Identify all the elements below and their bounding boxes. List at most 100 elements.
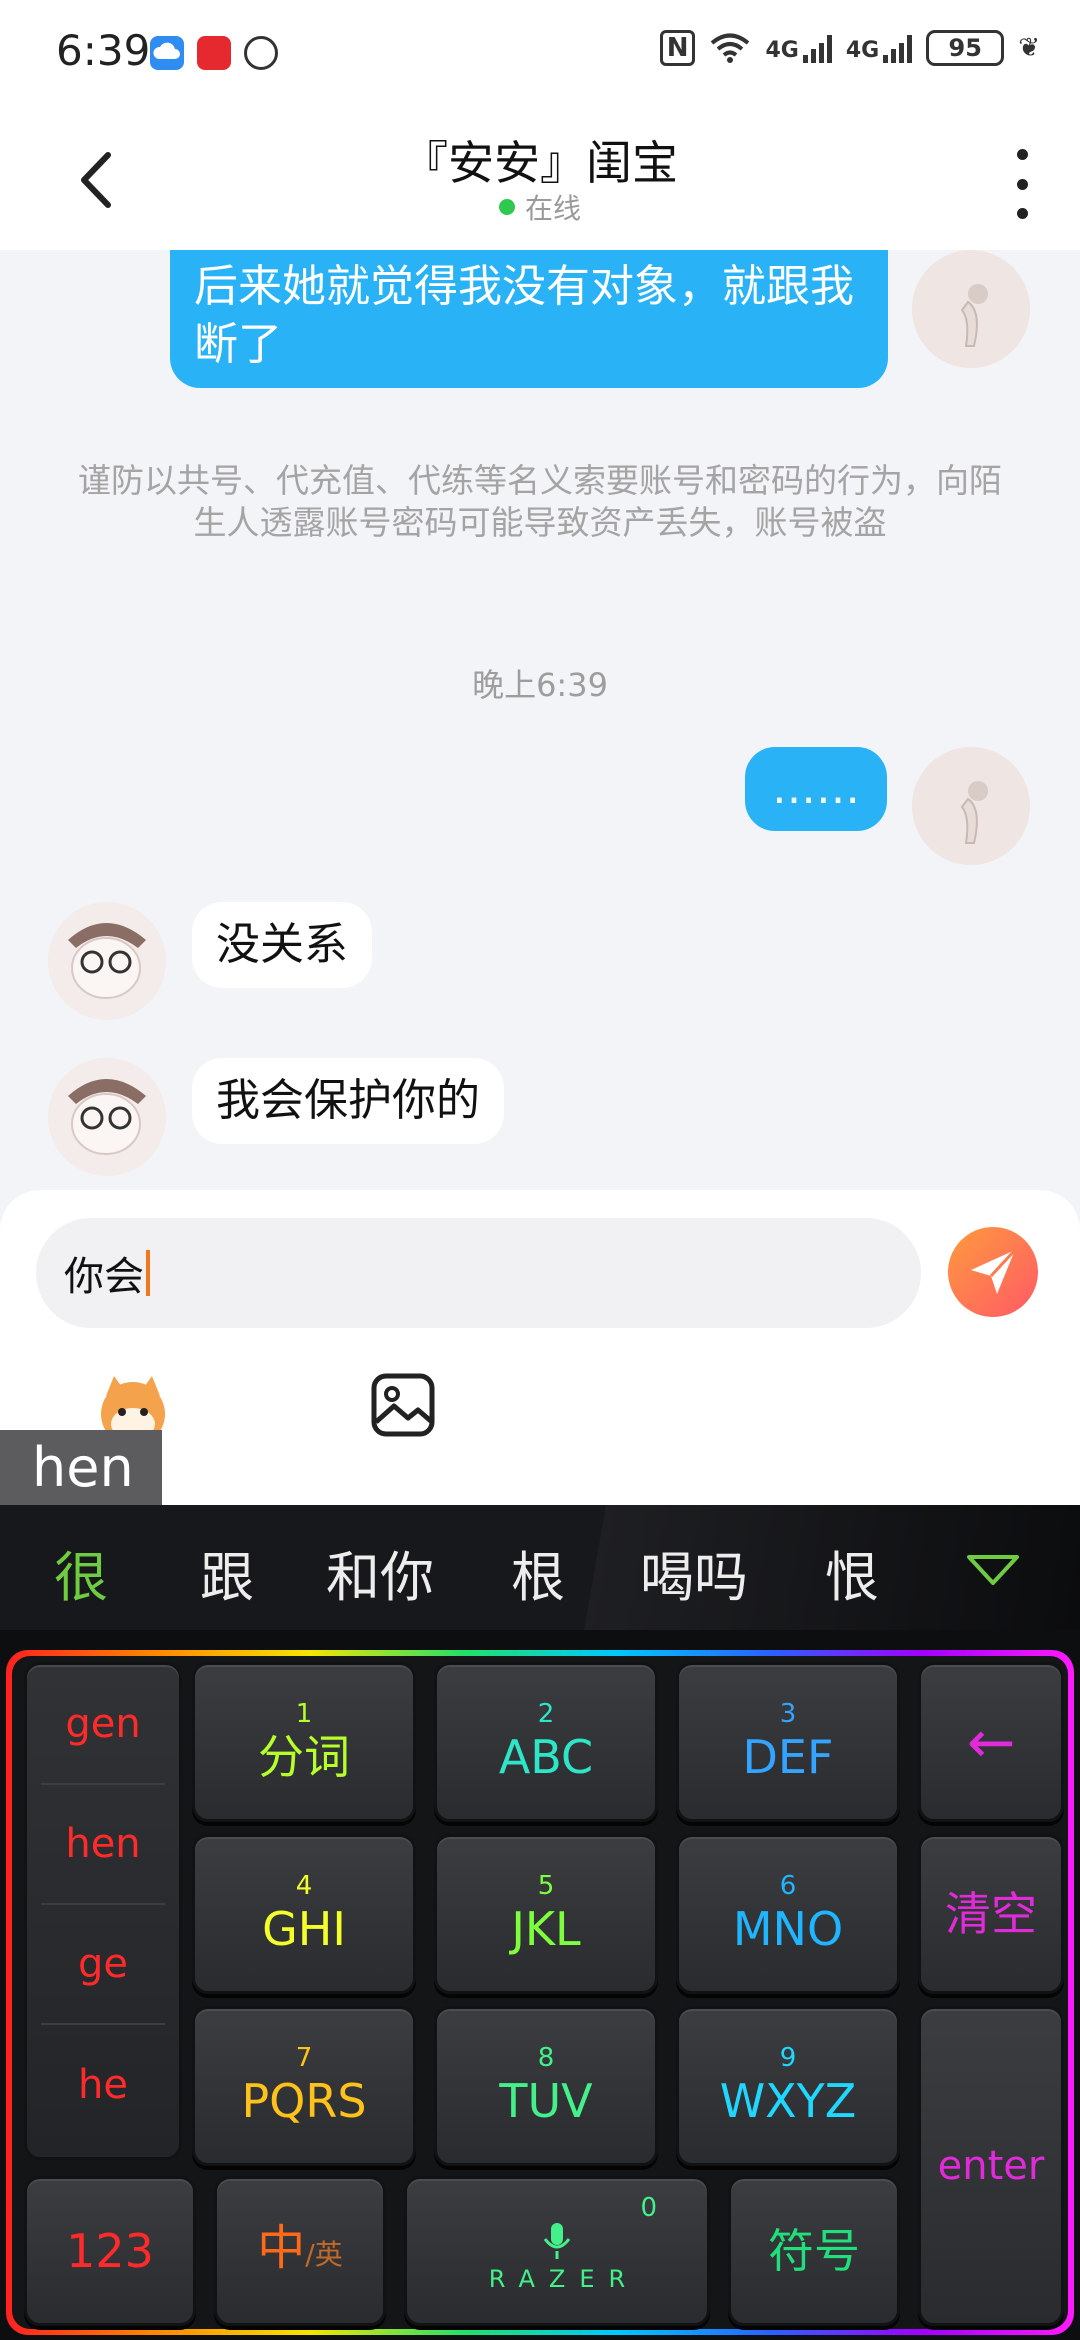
candidate-word[interactable]: 很: [54, 1533, 108, 1612]
symbols-key[interactable]: 符号: [728, 2176, 900, 2326]
status-time: 6:39: [56, 26, 151, 75]
key-label: enter: [937, 2143, 1045, 2189]
online-dot: [498, 199, 515, 215]
message-input-value: 你会: [64, 1254, 144, 1300]
space-key[interactable]: 0 RAZER: [404, 2176, 710, 2326]
key-number: 1: [295, 1699, 313, 1729]
backspace-key[interactable]: ←: [918, 1662, 1064, 1822]
candidate-word[interactable]: 跟: [200, 1533, 254, 1612]
signal-icon: 4G: [845, 33, 913, 63]
key-6[interactable]: 6 MNO: [676, 1834, 900, 1994]
key-label: MNO: [732, 1902, 844, 1956]
enter-key[interactable]: enter: [918, 2006, 1064, 2326]
message-list[interactable]: 后来她就觉得我没有对象，就跟我断了 谨防以共号、代充值、代练等名义索要账号和密码…: [0, 250, 1080, 1200]
my-avatar[interactable]: [912, 747, 1030, 865]
message-bubble[interactable]: 后来她就觉得我没有对象，就跟我断了: [170, 250, 888, 388]
key-number: 3: [779, 1699, 797, 1729]
my-avatar[interactable]: [912, 250, 1030, 368]
key-number: 9: [779, 2043, 797, 2073]
wifi-icon: [711, 33, 750, 63]
backspace-icon: ←: [966, 1708, 1016, 1776]
leaf-icon: ❦: [1018, 33, 1040, 63]
data-saver-icon: [244, 36, 278, 70]
composer: 你会: [0, 1190, 1080, 1505]
contact-avatar[interactable]: [48, 1058, 166, 1176]
key-5[interactable]: 5 JKL: [434, 1834, 658, 1994]
key-label: WXYZ: [719, 2074, 857, 2128]
signal-icon: 4G: [765, 33, 832, 63]
contact-name: 『安安』闺宝: [402, 136, 678, 190]
key-label: GHI: [262, 1902, 346, 1956]
language-switch-key[interactable]: 中/英: [214, 2176, 386, 2326]
key-label: TUV: [499, 2074, 593, 2128]
network-type: 4G: [845, 38, 880, 63]
key-number: 0: [640, 2193, 657, 2223]
pinyin-option[interactable]: he: [41, 2025, 165, 2145]
cloud-icon: [150, 36, 184, 70]
network-type: 4G: [765, 38, 799, 63]
security-notice: 谨防以共号、代充值、代练等名义索要账号和密码的行为，向陌生人透露账号密码可能导致…: [78, 461, 1002, 542]
image-picker-button[interactable]: [370, 1372, 436, 1438]
key-label: 分词: [258, 1730, 350, 1784]
key-label: ABC: [498, 1730, 594, 1784]
key-9[interactable]: 9 WXYZ: [676, 2006, 900, 2166]
key-number: 4: [295, 1871, 313, 1901]
key-7[interactable]: 7 PQRS: [192, 2006, 416, 2166]
key-label: 中/英: [257, 2219, 343, 2276]
candidate-word[interactable]: 喝吗: [640, 1533, 748, 1612]
online-label: 在线: [524, 192, 581, 225]
pinyin-composition: hen: [0, 1430, 162, 1505]
text-caret: [146, 1250, 150, 1296]
expand-candidates-icon[interactable]: [965, 1553, 1021, 1589]
key-label: 123: [66, 2224, 154, 2278]
candidate-bar: 很 跟 和你 根 喝吗 恨: [0, 1505, 1080, 1630]
more-options-button[interactable]: [1012, 149, 1032, 219]
key-label: DEF: [742, 1730, 834, 1784]
key-3[interactable]: 3 DEF: [676, 1662, 900, 1822]
contact-avatar[interactable]: [48, 902, 166, 1020]
key-label: 清空: [945, 1887, 1037, 1941]
key-number: 7: [295, 2043, 313, 2073]
chat-header: 『安安』闺宝 在线: [0, 105, 1080, 250]
ime-keyboard: 很 跟 和你 根 喝吗 恨 gen hen ge he 1 分词 2 ABC 3…: [0, 1505, 1080, 2340]
status-bar: 6:39 N 4G 4G 95 ❦: [0, 0, 1080, 105]
keyboard-rgb-frame: gen hen ge he 1 分词 2 ABC 3 DEF ← 4 GHI 5…: [6, 1650, 1074, 2335]
message-input[interactable]: 你会: [36, 1218, 921, 1328]
battery-level: 95: [948, 34, 982, 62]
key-label: 符号: [768, 2224, 860, 2278]
message-timestamp: 晚上6:39: [472, 666, 608, 704]
online-status: 在线: [0, 187, 1080, 227]
image-icon: [371, 1373, 435, 1437]
pinyin-option[interactable]: ge: [41, 1905, 165, 2025]
key-8[interactable]: 8 TUV: [434, 2006, 658, 2166]
razer-logo: RAZER: [488, 2265, 640, 2293]
key-number: 8: [537, 2043, 555, 2073]
more-dots-icon: [1016, 149, 1028, 160]
key-label: PQRS: [241, 2074, 367, 2128]
message-bubble[interactable]: 我会保护你的: [192, 1058, 504, 1144]
taobao-618-icon: [197, 36, 231, 70]
key-number: 2: [537, 1699, 555, 1729]
keyboard-keys: gen hen ge he 1 分词 2 ABC 3 DEF ← 4 GHI 5…: [12, 1656, 1068, 2329]
message-bubble[interactable]: 没关系: [192, 902, 372, 988]
send-button[interactable]: [948, 1227, 1038, 1317]
candidate-word[interactable]: 和你: [326, 1533, 434, 1612]
battery-icon: 95: [926, 30, 1005, 66]
key-2[interactable]: 2 ABC: [434, 1662, 658, 1822]
microphone-icon: [543, 2223, 571, 2259]
key-label: JKL: [511, 1902, 581, 1956]
pinyin-option[interactable]: gen: [41, 1665, 165, 1785]
clear-key[interactable]: 清空: [918, 1834, 1064, 1994]
paper-plane-icon: [971, 1248, 1017, 1294]
pinyin-option[interactable]: hen: [41, 1785, 165, 1905]
numeric-mode-key[interactable]: 123: [24, 2176, 196, 2326]
message-bubble[interactable]: ……: [745, 747, 887, 831]
pinyin-options-column: gen hen ge he: [24, 1662, 182, 2160]
key-1[interactable]: 1 分词: [192, 1662, 416, 1822]
candidate-word[interactable]: 恨: [825, 1533, 879, 1612]
key-number: 6: [779, 1871, 797, 1901]
nfc-icon: N: [659, 30, 696, 66]
key-4[interactable]: 4 GHI: [192, 1834, 416, 1994]
key-number: 5: [537, 1871, 555, 1901]
candidate-word[interactable]: 根: [511, 1533, 565, 1612]
